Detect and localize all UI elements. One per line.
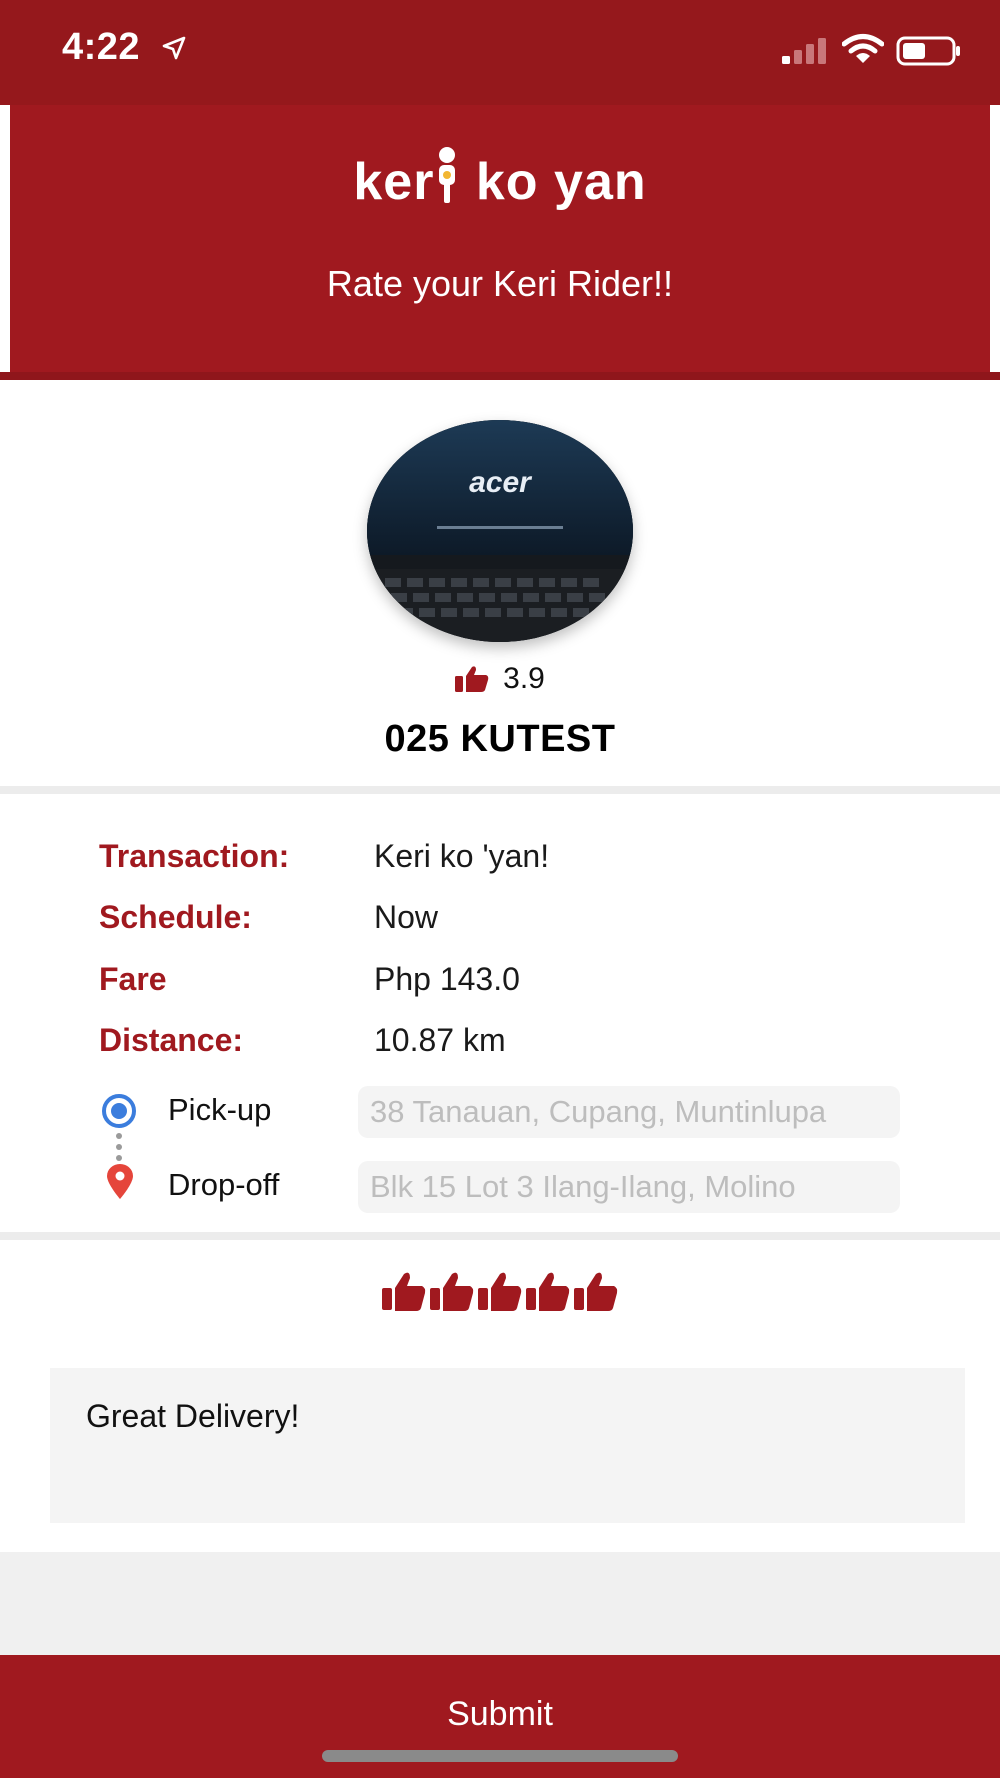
app-logo: ker ko yan xyxy=(10,145,990,212)
transaction-label: Transaction: xyxy=(99,838,290,874)
header: ker ko yan Rate your Keri Rider!! xyxy=(10,105,990,372)
pickup-label: Pick-up xyxy=(168,1092,272,1127)
distance-row: Distance: 10.87 km xyxy=(0,1022,1000,1072)
thumbs-up-rating-2-icon[interactable] xyxy=(428,1270,474,1314)
logo-text-right: ko yan xyxy=(475,153,647,211)
header-shadow xyxy=(0,372,1000,380)
logo-text-left: ker xyxy=(353,153,435,211)
fare-label: Fare xyxy=(99,961,167,997)
location-arrow-icon xyxy=(162,36,186,60)
distance-label: Distance: xyxy=(99,1022,244,1058)
cellular-signal-icon xyxy=(782,38,826,64)
transaction-row: Transaction: Keri ko 'yan! xyxy=(0,838,1000,888)
spacer-band xyxy=(0,1552,1000,1655)
dropoff-address-field[interactable]: Blk 15 Lot 3 Ilang-Ilang, Molino xyxy=(358,1161,900,1213)
schedule-value: Now xyxy=(374,899,439,935)
route-connector-dots xyxy=(116,1133,122,1166)
home-indicator[interactable] xyxy=(322,1750,678,1762)
page-title: Rate your Keri Rider!! xyxy=(326,263,674,304)
pickup-address-field[interactable]: 38 Tanauan, Cupang, Muntinlupa xyxy=(358,1086,900,1138)
distance-value: 10.87 km xyxy=(374,1022,506,1058)
rating-section: Great Delivery! xyxy=(0,1240,1000,1552)
thumbs-up-rating-4-icon[interactable] xyxy=(524,1270,570,1314)
rider-mascot-icon xyxy=(439,147,456,203)
wifi-icon xyxy=(842,34,884,63)
comment-text: Great Delivery! xyxy=(86,1398,300,1434)
divider xyxy=(0,786,1000,794)
avatar-brand-text: acer xyxy=(469,466,533,499)
rider-avatar: acer xyxy=(367,420,633,642)
schedule-label: Schedule: xyxy=(99,899,252,935)
rating-value: 3.9 xyxy=(503,662,545,695)
status-time: 4:22 xyxy=(62,26,141,68)
dropoff-map-pin-icon xyxy=(107,1164,133,1199)
schedule-row: Schedule: Now xyxy=(0,899,1000,949)
thumbs-up-icon xyxy=(455,666,489,692)
fare-row: Fare Php 143.0 xyxy=(0,961,1000,1011)
fare-value: Php 143.0 xyxy=(374,961,520,997)
thumbs-up-rating-3-icon[interactable] xyxy=(476,1270,522,1314)
rider-rating: 3.9 xyxy=(0,662,1000,696)
status-bar: 4:22 xyxy=(0,0,1000,105)
transaction-value: Keri ko 'yan! xyxy=(374,838,550,874)
battery-icon xyxy=(896,36,960,66)
pickup-location-icon xyxy=(102,1094,136,1128)
rider-name: 025 KUTEST xyxy=(384,718,616,760)
avatar-photo-icon: acer xyxy=(367,420,633,642)
pickup-row: Pick-up 38 Tanauan, Cupang, Muntinlupa xyxy=(0,1086,1000,1138)
dropoff-row: Drop-off Blk 15 Lot 3 Ilang-Ilang, Molin… xyxy=(0,1161,1000,1213)
dropoff-label: Drop-off xyxy=(168,1167,280,1202)
divider xyxy=(0,1232,1000,1240)
rider-profile: acer 3.9 025 KUTEST xyxy=(0,380,1000,788)
comment-textarea[interactable]: Great Delivery! xyxy=(50,1368,965,1523)
thumbs-up-rating-5-icon[interactable] xyxy=(572,1270,618,1314)
thumbs-up-rating-1-icon[interactable] xyxy=(380,1270,426,1314)
trip-details: Transaction: Keri ko 'yan! Schedule: Now… xyxy=(0,794,1000,1234)
thumbs-rating-selector xyxy=(380,1270,620,1314)
